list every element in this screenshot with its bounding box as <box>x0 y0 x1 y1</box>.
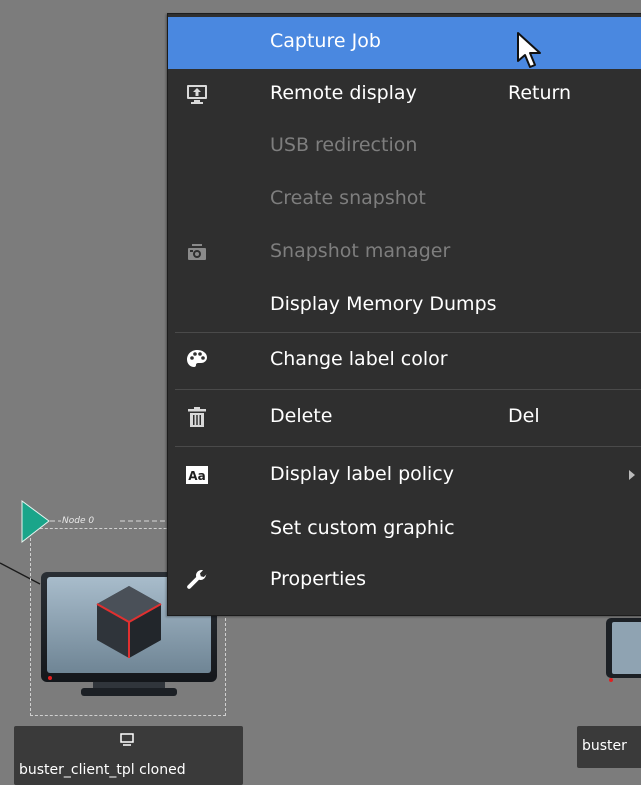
menu-item-display-label-policy[interactable]: Aa Display label policy <box>168 450 641 502</box>
trash-icon <box>188 407 206 427</box>
mouse-cursor-icon <box>517 32 541 68</box>
menu-item-shortcut: Return <box>508 82 572 104</box>
node-label-text: buster_client_tpl cloned <box>19 762 186 778</box>
menu-item-label: Properties <box>270 568 367 590</box>
node-label-2-text: buster <box>582 738 627 754</box>
context-menu: Capture Job Remote display Return USB re… <box>167 13 641 616</box>
menu-item-remote-display[interactable]: Remote display Return <box>168 69 641 121</box>
node-start-marker[interactable] <box>21 499 51 545</box>
menu-item-label: Snapshot manager <box>270 240 451 262</box>
menu-item-snapshot-manager[interactable]: Snapshot manager <box>168 227 641 279</box>
menu-item-label: Delete <box>270 405 333 427</box>
console-icon <box>120 733 134 746</box>
menu-item-properties[interactable]: Properties <box>168 555 641 607</box>
node-tag: Node 0 <box>62 516 95 526</box>
menu-item-delete[interactable]: Delete Del <box>168 392 641 444</box>
font-icon: Aa <box>186 466 208 484</box>
menu-item-label: Capture Job <box>270 30 381 52</box>
menu-item-display-memory-dumps[interactable]: Display Memory Dumps <box>168 280 641 332</box>
menu-item-label: Set custom graphic <box>270 517 455 539</box>
menu-separator <box>175 389 641 390</box>
menu-item-set-custom-graphic[interactable]: Set custom graphic <box>168 504 641 556</box>
menu-item-label: Remote display <box>270 82 417 104</box>
menu-item-label: Change label color <box>270 348 448 370</box>
menu-item-label: Create snapshot <box>270 187 426 209</box>
menu-item-change-label-color[interactable]: Change label color <box>168 335 641 387</box>
menu-item-create-snapshot[interactable]: Create snapshot <box>168 174 641 226</box>
svg-text:Aa: Aa <box>188 469 205 483</box>
menu-item-label: USB redirection <box>270 134 418 156</box>
node-label[interactable]: buster_client_tpl cloned <box>14 726 243 785</box>
palette-icon <box>187 350 207 367</box>
menu-item-capture-job[interactable]: Capture Job <box>168 17 641 69</box>
node-monitor-2[interactable] <box>600 618 641 718</box>
node-label-2[interactable]: buster <box>577 726 641 768</box>
menu-item-shortcut: Del <box>508 405 540 427</box>
menu-item-label: Display label policy <box>270 463 454 485</box>
remote-display-icon <box>187 85 207 104</box>
menu-item-usb-redirection[interactable]: USB redirection <box>168 121 641 173</box>
menu-separator <box>175 446 641 447</box>
camera-icon <box>188 244 206 260</box>
wrench-icon <box>187 570 207 589</box>
menu-separator <box>175 332 641 333</box>
submenu-arrow-icon <box>629 470 635 480</box>
menu-item-label: Display Memory Dumps <box>270 293 497 315</box>
